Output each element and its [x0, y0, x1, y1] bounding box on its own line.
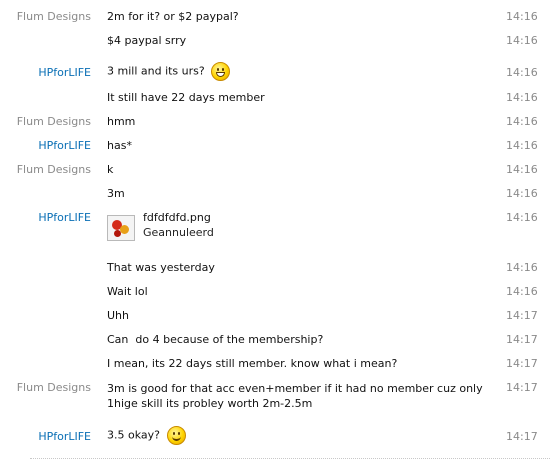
message-timestamp: 14:17 — [506, 357, 538, 370]
chat-message-row: HPforLIFE fdfdfdfd.png Geannuleerd 14:16 — [0, 208, 557, 250]
chat-message-row: Uhh 14:17 — [0, 306, 557, 328]
message-text: 3m — [107, 187, 125, 200]
message-text: That was yesterday — [107, 261, 215, 274]
message-timestamp: 14:17 — [506, 333, 538, 346]
message-timestamp: 14:16 — [506, 139, 538, 152]
message-text: Uhh — [107, 309, 129, 322]
chat-message-row: Wait lol 14:16 — [0, 282, 557, 304]
message-text: Can do 4 because of the membership? — [107, 333, 324, 346]
message-text: 3 mill and its urs? — [107, 64, 205, 78]
message-timestamp: 14:17 — [506, 381, 538, 394]
message-timestamp: 14:16 — [506, 66, 538, 79]
message-timestamp: 14:16 — [506, 285, 538, 298]
smile-smiley-icon — [166, 426, 186, 445]
sender-name[interactable]: HPforLIFE — [38, 430, 91, 443]
message-timestamp: 14:16 — [506, 261, 538, 274]
chat-message-row: Flum Designs 3m is good for that acc eve… — [0, 378, 557, 414]
chat-message-row: Can do 4 because of the membership? 14:1… — [0, 330, 557, 352]
message-text: 3.5 okay? — [107, 428, 160, 442]
message-content: 3.5 okay? — [107, 426, 186, 445]
message-timestamp: 14:16 — [506, 187, 538, 200]
message-timestamp: 14:16 — [506, 10, 538, 23]
message-timestamp: 14:16 — [506, 34, 538, 47]
chat-message-row: HPforLIFE 3.5 okay? 14:17 — [0, 426, 557, 449]
message-timestamp: 14:16 — [506, 115, 538, 128]
message-text: $4 paypal srry — [107, 34, 187, 47]
message-content: 3 mill and its urs? — [107, 62, 231, 81]
chat-message-row: Flum Designs k 14:16 — [0, 160, 557, 182]
message-text: has* — [107, 139, 132, 152]
chat-message-row: HPforLIFE 3 mill and its urs? 14:16 — [0, 62, 557, 85]
sender-name[interactable]: Flum Designs — [17, 163, 91, 176]
sender-name[interactable]: HPforLIFE — [38, 66, 91, 79]
sender-name: Flum Designs — [16, 10, 91, 23]
chat-message-row: 3m 14:16 — [0, 184, 557, 206]
message-text: k — [107, 163, 114, 176]
file-name[interactable]: fdfdfdfd.png — [143, 211, 211, 224]
message-timestamp: 14:16 — [506, 211, 538, 224]
chat-message-row: Flum Designs 2m for it? or $2 paypal? 14… — [0, 7, 557, 29]
chat-message-row: HPforLIFE has* 14:16 — [0, 136, 557, 158]
message-timestamp: 14:16 — [506, 91, 538, 104]
message-text: 2m for it? or $2 paypal? — [107, 10, 239, 23]
grin-smiley-icon — [211, 62, 231, 81]
chat-message-row: That was yesterday 14:16 — [0, 258, 557, 280]
message-text: I mean, its 22 days still member. know w… — [107, 357, 398, 370]
chat-message-row: It still have 22 days member 14:16 — [0, 88, 557, 110]
file-transfer[interactable]: fdfdfdfd.png Geannuleerd — [107, 211, 307, 245]
chat-message-row: $4 paypal srry 14:16 — [0, 31, 557, 53]
chat-message-row: I mean, its 22 days still member. know w… — [0, 354, 557, 376]
message-timestamp: 14:17 — [506, 430, 538, 443]
message-timestamp: 14:16 — [506, 163, 538, 176]
image-file-icon[interactable] — [107, 215, 135, 241]
sender-name[interactable]: Flum Designs — [17, 381, 91, 394]
chat-message-row: Flum Designs hmm 14:16 — [0, 112, 557, 134]
divider — [30, 458, 550, 460]
chat-history: Flum Designs 2m for it? or $2 paypal? 14… — [0, 0, 557, 462]
message-timestamp: 14:17 — [506, 309, 538, 322]
message-text: 3m is good for that acc even+member if i… — [107, 382, 483, 410]
message-text: Wait lol — [107, 285, 148, 298]
file-transfer-status: Geannuleerd — [143, 226, 214, 239]
message-text: hmm — [107, 115, 136, 128]
message-text: It still have 22 days member — [107, 91, 265, 104]
sender-name[interactable]: HPforLIFE — [38, 211, 91, 224]
sender-name[interactable]: HPforLIFE — [38, 139, 91, 152]
sender-name[interactable]: Flum Designs — [17, 115, 91, 128]
